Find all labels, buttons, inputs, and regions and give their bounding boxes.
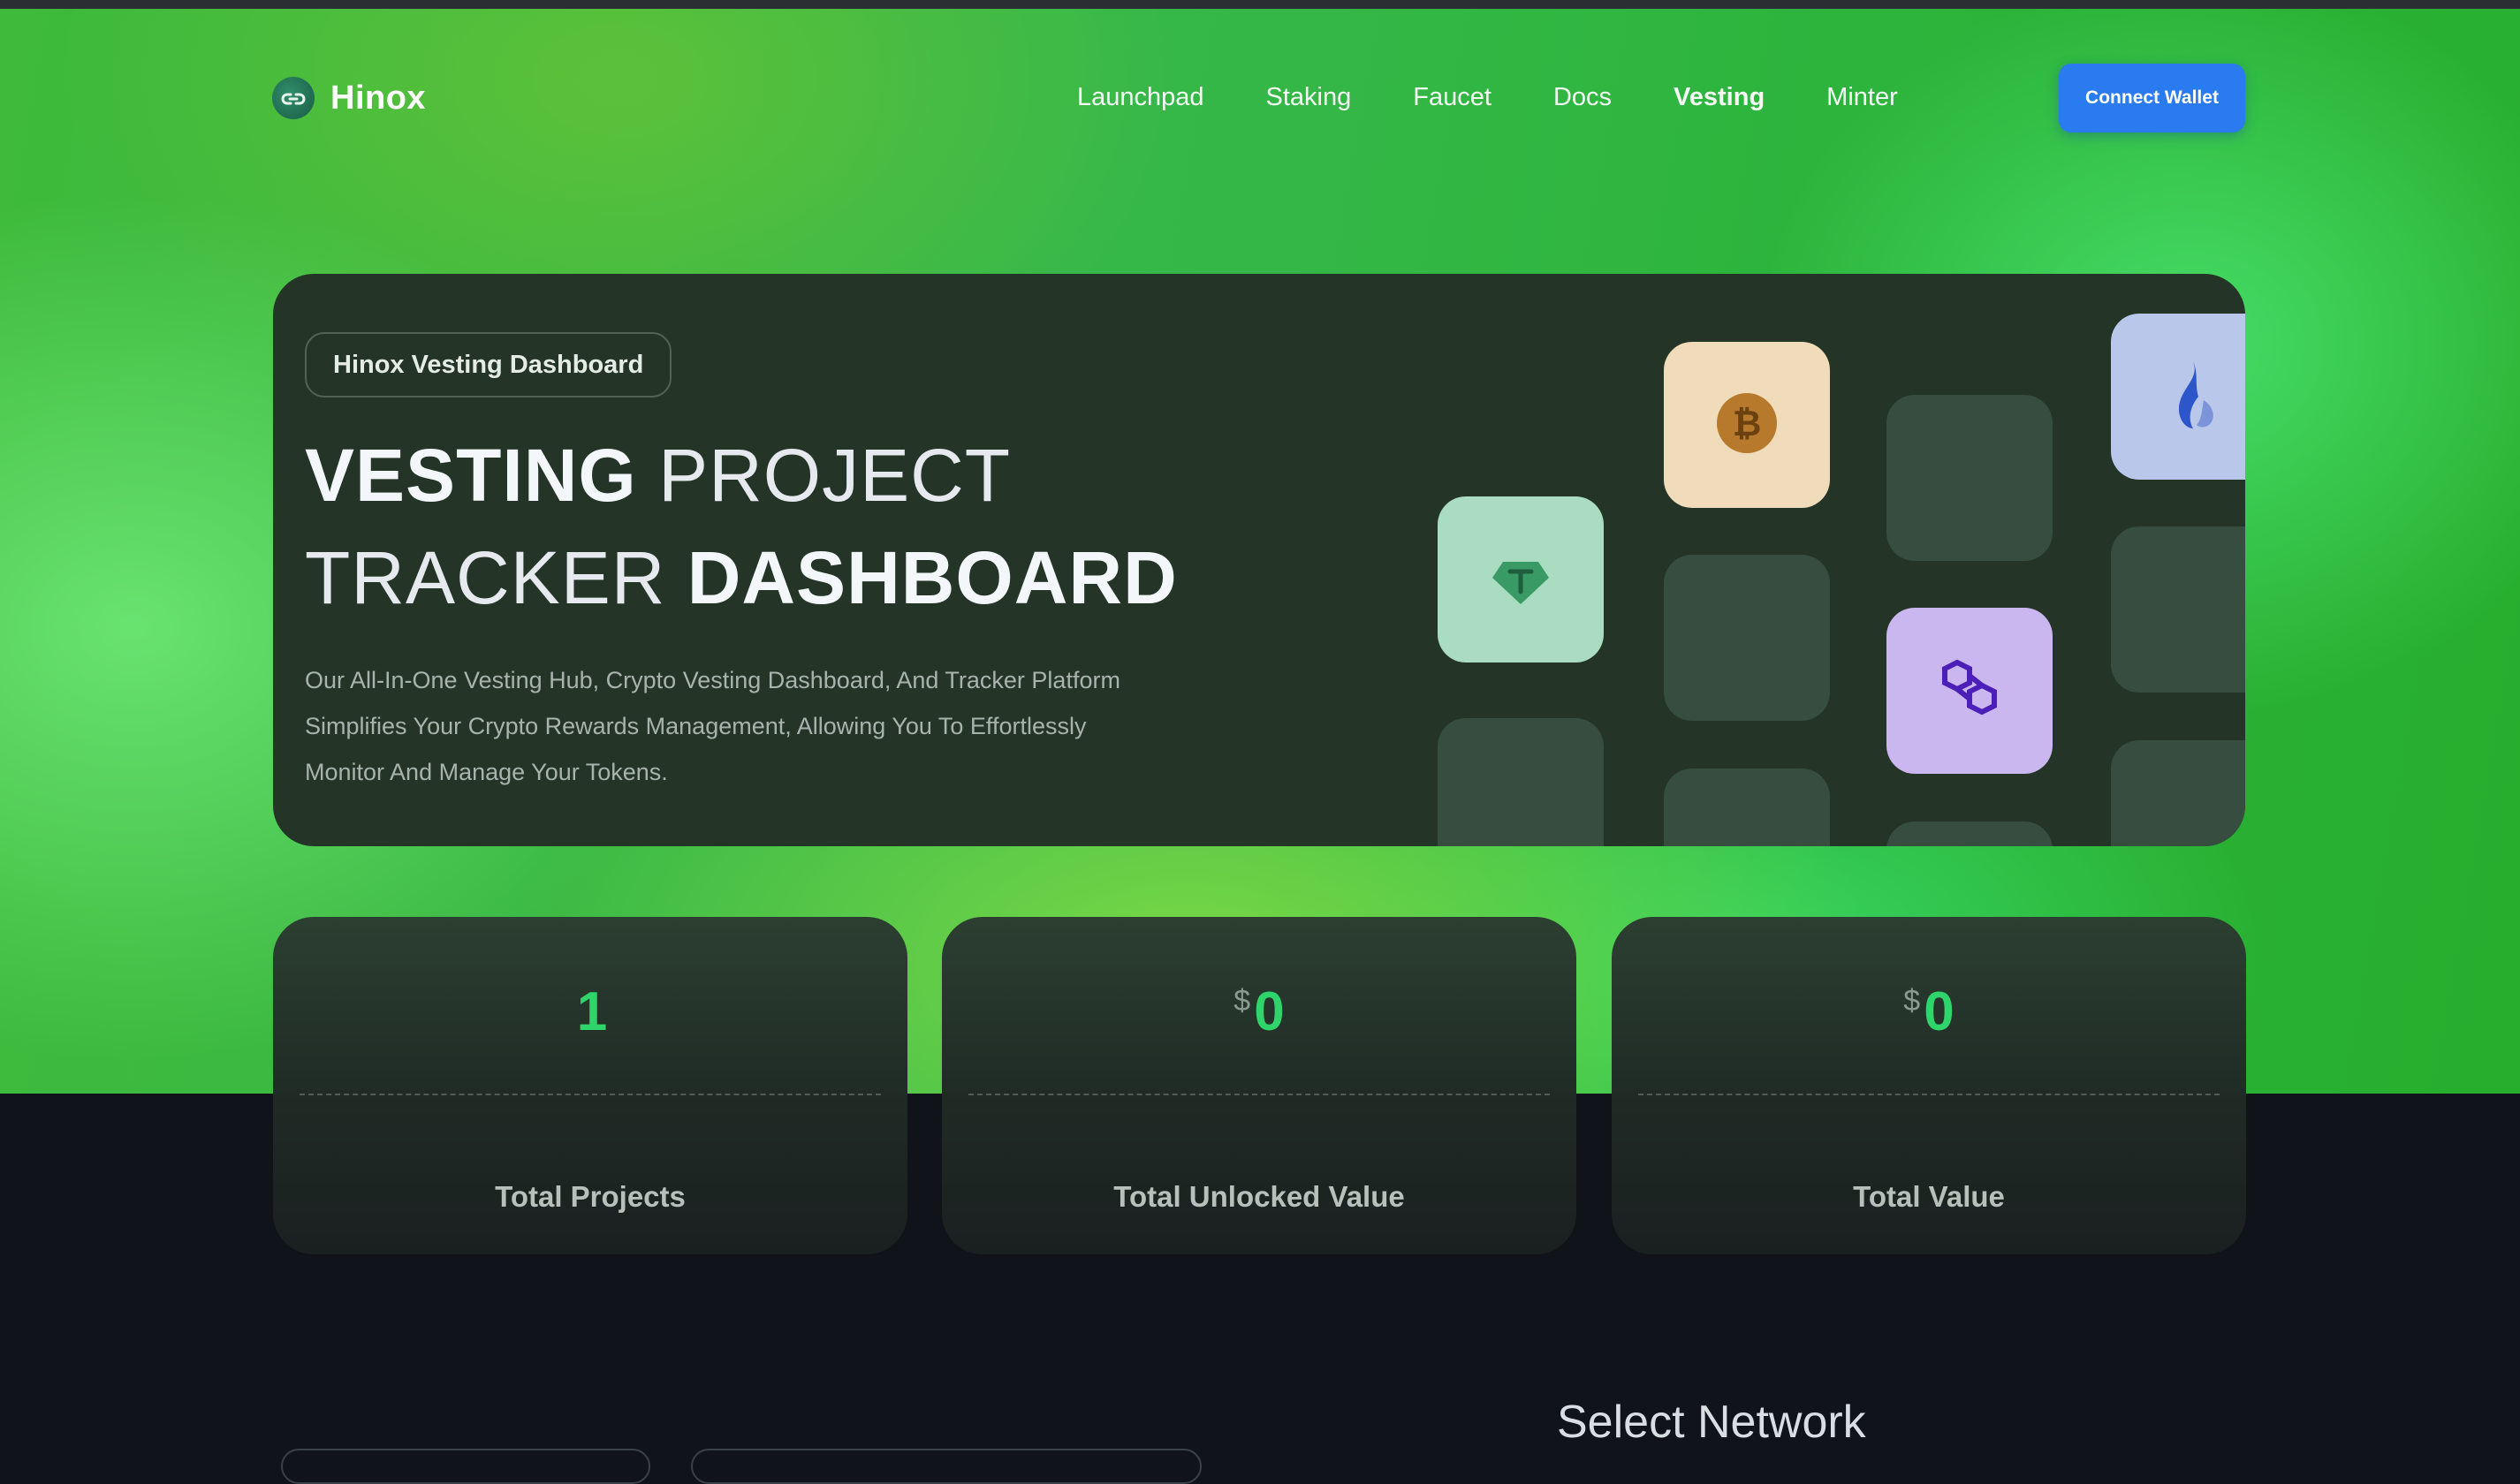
stat-label: Total Projects <box>495 1180 686 1213</box>
nav-vesting[interactable]: Vesting <box>1674 78 1765 117</box>
placeholder-tile <box>1664 768 1830 846</box>
bitcoin-icon: ₿ <box>1713 390 1780 461</box>
bitcoin-tile: ₿ <box>1664 342 1830 508</box>
hero-badge: Hinox Vesting Dashboard <box>305 332 672 398</box>
title-word-tracker: TRACKER <box>305 536 666 619</box>
nav-minter[interactable]: Minter <box>1826 78 1898 117</box>
stat-value: 1 <box>273 980 907 1043</box>
stat-card-total-projects: 1 Total Projects <box>273 917 907 1254</box>
placeholder-tile <box>1886 395 2053 561</box>
title-word-dashboard: DASHBOARD <box>687 536 1178 619</box>
stat-value: $0 <box>942 980 1576 1043</box>
title-word-project: PROJECT <box>658 434 1012 517</box>
stat-card-total-value: $0 Total Value <box>1612 917 2246 1254</box>
tether-icon <box>1485 542 1556 617</box>
nav-staking[interactable]: Staking <box>1266 78 1352 117</box>
filter-tab[interactable] <box>691 1449 1202 1484</box>
page-title: VESTING PROJECT TRACKER DASHBOARD <box>305 424 1178 629</box>
currency-prefix: $ <box>1233 984 1251 1018</box>
title-word-vesting: VESTING <box>305 434 637 517</box>
divider <box>300 1094 881 1095</box>
hero-card: Hinox Vesting Dashboard VESTING PROJECT … <box>273 274 2245 846</box>
connect-wallet-button[interactable]: Connect Wallet <box>2059 64 2245 132</box>
placeholder-tile <box>1438 718 1604 846</box>
tether-tile <box>1438 496 1604 662</box>
brand-logo[interactable]: Hinox <box>272 77 426 119</box>
stat-number: 0 <box>1924 981 1955 1042</box>
currency-prefix: $ <box>1903 984 1921 1018</box>
placeholder-tile <box>2111 526 2245 693</box>
flame-tile <box>2111 314 2245 480</box>
stat-card-total-unlocked-value: $0 Total Unlocked Value <box>942 917 1576 1254</box>
svg-text:₿: ₿ <box>1733 404 1762 444</box>
stat-number: 0 <box>1254 981 1285 1042</box>
nav-docs[interactable]: Docs <box>1553 78 1612 117</box>
polygon-tile <box>1886 608 2053 774</box>
browser-top-strip <box>0 0 2520 9</box>
filter-tab[interactable] <box>281 1449 650 1484</box>
hero-description: Our All-In-One Vesting Hub, Crypto Vesti… <box>305 667 1120 785</box>
divider <box>1638 1094 2220 1095</box>
stat-number: 1 <box>576 981 608 1042</box>
nav-faucet[interactable]: Faucet <box>1413 78 1492 117</box>
stat-value: $0 <box>1612 980 2246 1043</box>
stat-label: Total Value <box>1853 1180 2005 1213</box>
divider <box>968 1094 1550 1095</box>
select-network-heading: Select Network <box>1557 1397 1866 1448</box>
link-icon <box>272 77 315 119</box>
brand-name: Hinox <box>330 79 427 117</box>
polygon-icon <box>1932 658 2007 724</box>
placeholder-tile <box>1664 555 1830 721</box>
flame-icon <box>2163 358 2225 436</box>
placeholder-tile <box>1886 822 2053 846</box>
nav-launchpad[interactable]: Launchpad <box>1077 78 1204 117</box>
stat-label: Total Unlocked Value <box>1113 1180 1405 1213</box>
main-nav: Launchpad Staking Faucet Docs Vesting Mi… <box>1077 78 1960 117</box>
placeholder-tile <box>2111 740 2245 846</box>
